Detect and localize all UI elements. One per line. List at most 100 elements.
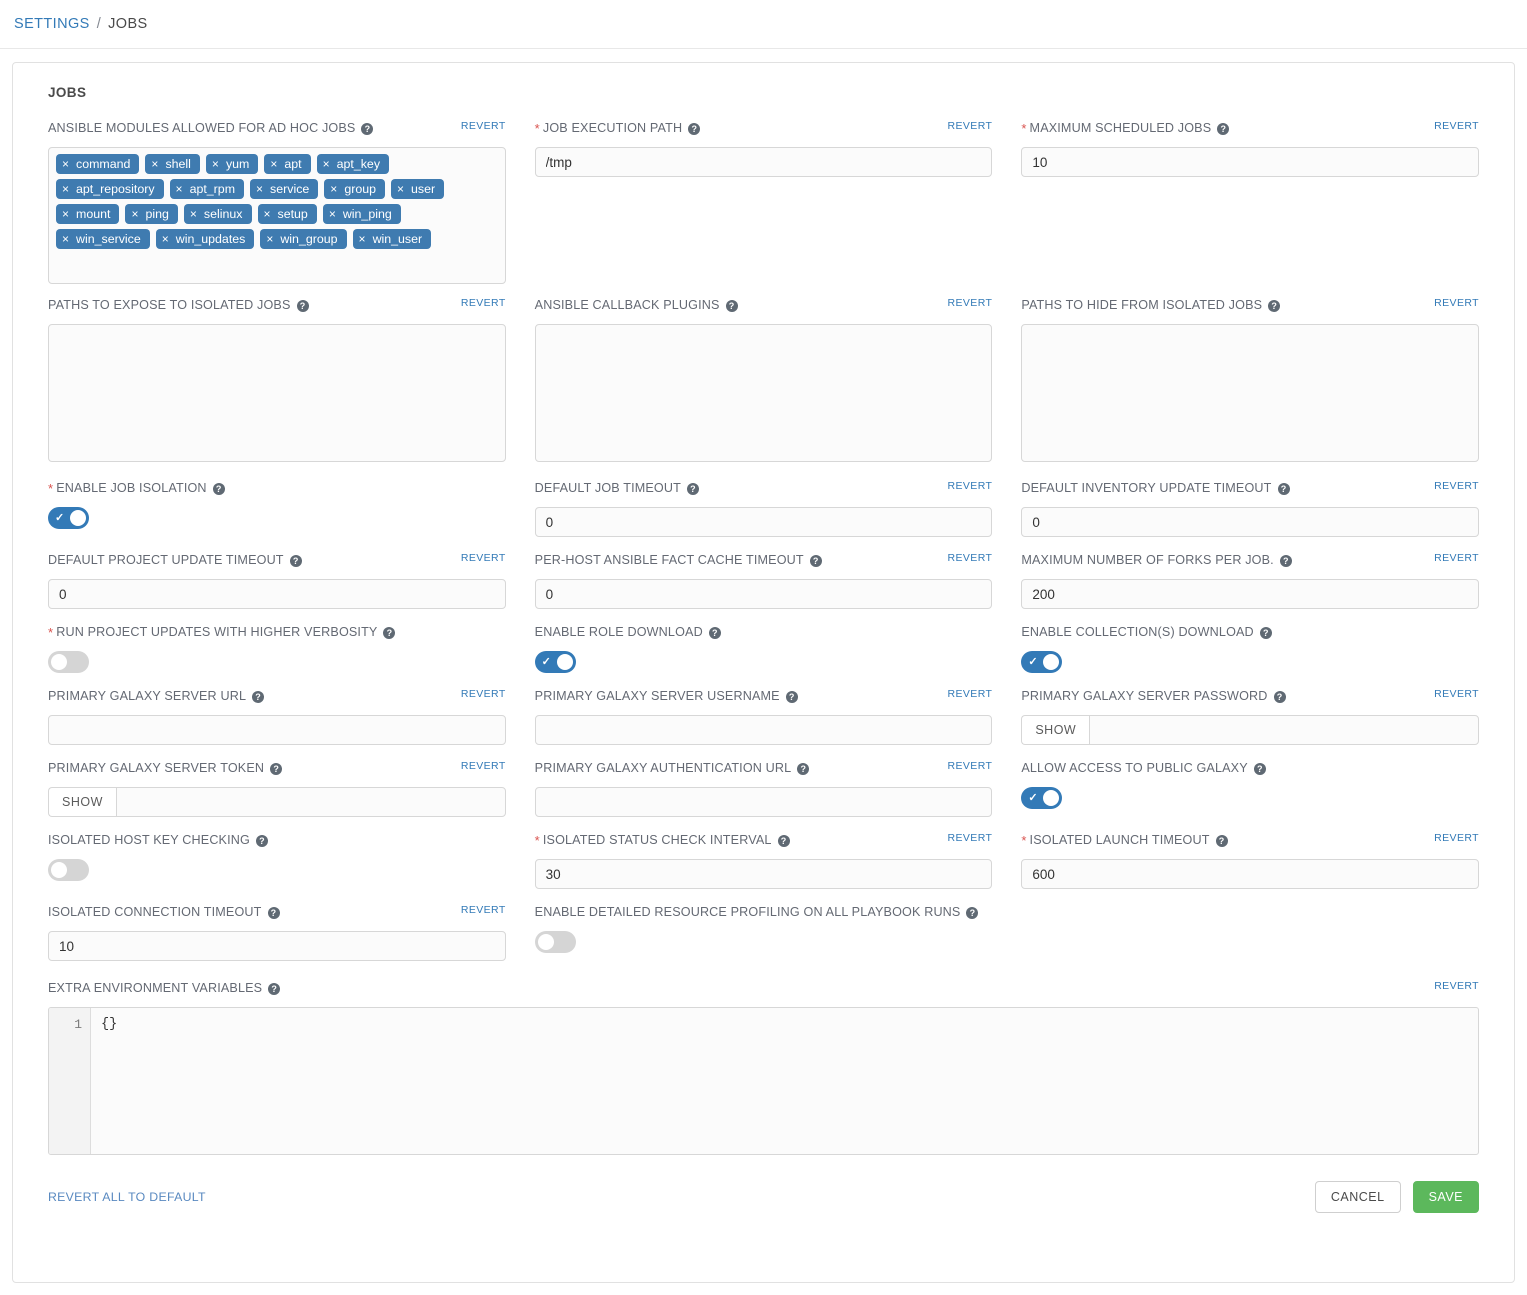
chip-remove-icon[interactable]: × xyxy=(151,158,158,170)
enable-role-download-toggle[interactable]: ✓ xyxy=(534,651,576,673)
chip-remove-icon[interactable]: × xyxy=(266,233,273,245)
help-icon[interactable]: ? xyxy=(267,906,280,919)
isolated-launch-timeout-input[interactable] xyxy=(1021,859,1479,889)
enable-job-isolation-toggle[interactable]: ✓ xyxy=(48,507,89,529)
revert-isolated-connection-timeout[interactable]: REVERT xyxy=(461,904,506,916)
revert-job-execution-path[interactable]: REVERT xyxy=(948,120,993,132)
revert-per-host-fact-cache-timeout[interactable]: REVERT xyxy=(948,552,993,564)
default-project-update-timeout-input[interactable] xyxy=(48,579,506,609)
module-chip[interactable]: × win_user xyxy=(352,229,432,249)
module-chip[interactable]: × yum xyxy=(205,154,259,174)
revert-isolated-status-check-interval[interactable]: REVERT xyxy=(948,832,993,844)
chip-remove-icon[interactable]: × xyxy=(212,158,219,170)
ansible-modules-chips-box[interactable]: × command × shell × yum × apt × apt_key × apt_repos… xyxy=(48,147,506,284)
galaxy-server-url-input[interactable] xyxy=(48,715,506,745)
module-chip[interactable]: × win_ping xyxy=(322,204,401,224)
help-icon[interactable]: ? xyxy=(1268,299,1281,312)
chip-remove-icon[interactable]: × xyxy=(330,183,337,195)
galaxy-server-token-input[interactable] xyxy=(115,787,506,817)
module-chip[interactable]: × group xyxy=(324,179,386,199)
editor-content[interactable]: {} xyxy=(91,1008,1478,1154)
detailed-resource-profiling-toggle[interactable] xyxy=(534,931,576,953)
per-host-fact-cache-timeout-input[interactable] xyxy=(534,579,993,609)
revert-isolated-launch-timeout[interactable]: REVERT xyxy=(1434,832,1479,844)
help-icon[interactable]: ? xyxy=(1273,690,1286,703)
revert-maximum-forks-per-job[interactable]: REVERT xyxy=(1434,552,1479,564)
help-icon[interactable]: ? xyxy=(296,299,309,312)
breadcrumb-link-settings[interactable]: SETTINGS xyxy=(14,16,90,32)
chip-remove-icon[interactable]: × xyxy=(62,183,69,195)
chip-remove-icon[interactable]: × xyxy=(190,208,197,220)
chip-remove-icon[interactable]: × xyxy=(264,208,271,220)
cancel-button[interactable]: CANCEL xyxy=(1314,1181,1401,1213)
module-chip[interactable]: × win_group xyxy=(260,229,347,249)
help-icon[interactable]: ? xyxy=(268,982,281,995)
chip-remove-icon[interactable]: × xyxy=(176,183,183,195)
help-icon[interactable]: ? xyxy=(725,299,738,312)
help-icon[interactable]: ? xyxy=(1277,482,1290,495)
module-chip[interactable]: × apt xyxy=(264,154,311,174)
revert-ansible-callback-plugins[interactable]: REVERT xyxy=(948,297,993,309)
galaxy-server-username-input[interactable] xyxy=(534,715,993,745)
module-chip[interactable]: × win_service xyxy=(56,229,150,249)
chip-remove-icon[interactable]: × xyxy=(62,208,69,220)
chip-remove-icon[interactable]: × xyxy=(162,233,169,245)
chip-remove-icon[interactable]: × xyxy=(329,208,336,220)
enable-collections-download-toggle[interactable]: ✓ xyxy=(1021,651,1063,673)
galaxy-server-password-show-button[interactable]: SHOW xyxy=(1021,715,1090,745)
chip-remove-icon[interactable]: × xyxy=(323,158,330,170)
chip-remove-icon[interactable]: × xyxy=(62,233,69,245)
chip-remove-icon[interactable]: × xyxy=(270,158,277,170)
module-chip[interactable]: × apt_rpm xyxy=(169,179,245,199)
module-chip[interactable]: × apt_repository xyxy=(56,179,164,199)
extra-environment-variables-editor[interactable]: 1 {} xyxy=(48,1007,1479,1155)
galaxy-server-token-show-button[interactable]: SHOW xyxy=(48,787,116,817)
module-chip[interactable]: × user xyxy=(391,179,445,199)
revert-default-project-update-timeout[interactable]: REVERT xyxy=(461,552,506,564)
help-icon[interactable]: ? xyxy=(686,482,699,495)
help-icon[interactable]: ? xyxy=(1279,554,1292,567)
help-icon[interactable]: ? xyxy=(809,554,822,567)
project-updates-verbosity-toggle[interactable] xyxy=(48,651,89,673)
chip-remove-icon[interactable]: × xyxy=(131,208,138,220)
module-chip[interactable]: × ping xyxy=(125,204,178,224)
ansible-callback-plugins-textarea[interactable] xyxy=(534,324,993,462)
allow-public-galaxy-toggle[interactable]: ✓ xyxy=(1021,787,1063,809)
module-chip[interactable]: × apt_key xyxy=(316,154,390,174)
help-icon[interactable]: ? xyxy=(383,626,396,639)
module-chip[interactable]: × service xyxy=(250,179,319,199)
revert-default-inventory-update-timeout[interactable]: REVERT xyxy=(1434,480,1479,492)
save-button[interactable]: SAVE xyxy=(1412,1181,1479,1213)
module-chip[interactable]: × mount xyxy=(56,204,120,224)
isolated-status-check-interval-input[interactable] xyxy=(534,859,993,889)
chip-remove-icon[interactable]: × xyxy=(256,183,263,195)
help-icon[interactable]: ? xyxy=(785,690,798,703)
chip-remove-icon[interactable]: × xyxy=(359,233,366,245)
chip-remove-icon[interactable]: × xyxy=(397,183,404,195)
revert-galaxy-server-url[interactable]: REVERT xyxy=(461,688,506,700)
revert-galaxy-server-password[interactable]: REVERT xyxy=(1434,688,1479,700)
module-chip[interactable]: × win_updates xyxy=(155,229,255,249)
revert-default-job-timeout[interactable]: REVERT xyxy=(948,480,993,492)
help-icon[interactable]: ? xyxy=(708,626,721,639)
revert-galaxy-auth-url[interactable]: REVERT xyxy=(948,760,993,772)
revert-galaxy-server-username[interactable]: REVERT xyxy=(948,688,993,700)
module-chip[interactable]: × shell xyxy=(145,154,200,174)
help-icon[interactable]: ? xyxy=(1215,834,1228,847)
revert-maximum-scheduled-jobs[interactable]: REVERT xyxy=(1434,120,1479,132)
help-icon[interactable]: ? xyxy=(1253,762,1266,775)
help-icon[interactable]: ? xyxy=(270,762,283,775)
help-icon[interactable]: ? xyxy=(1217,122,1230,135)
revert-all-to-default-link[interactable]: REVERT ALL TO DEFAULT xyxy=(48,1190,206,1204)
revert-extra-environment-variables[interactable]: REVERT xyxy=(1434,980,1479,992)
maximum-scheduled-jobs-input[interactable] xyxy=(1021,147,1479,177)
module-chip[interactable]: × setup xyxy=(257,204,317,224)
maximum-forks-per-job-input[interactable] xyxy=(1021,579,1479,609)
help-icon[interactable]: ? xyxy=(212,482,225,495)
revert-paths-hide-isolated[interactable]: REVERT xyxy=(1434,297,1479,309)
galaxy-auth-url-input[interactable] xyxy=(534,787,993,817)
isolated-host-key-checking-toggle[interactable] xyxy=(48,859,89,881)
help-icon[interactable]: ? xyxy=(252,690,265,703)
module-chip[interactable]: × selinux xyxy=(183,204,252,224)
job-execution-path-input[interactable] xyxy=(534,147,993,177)
